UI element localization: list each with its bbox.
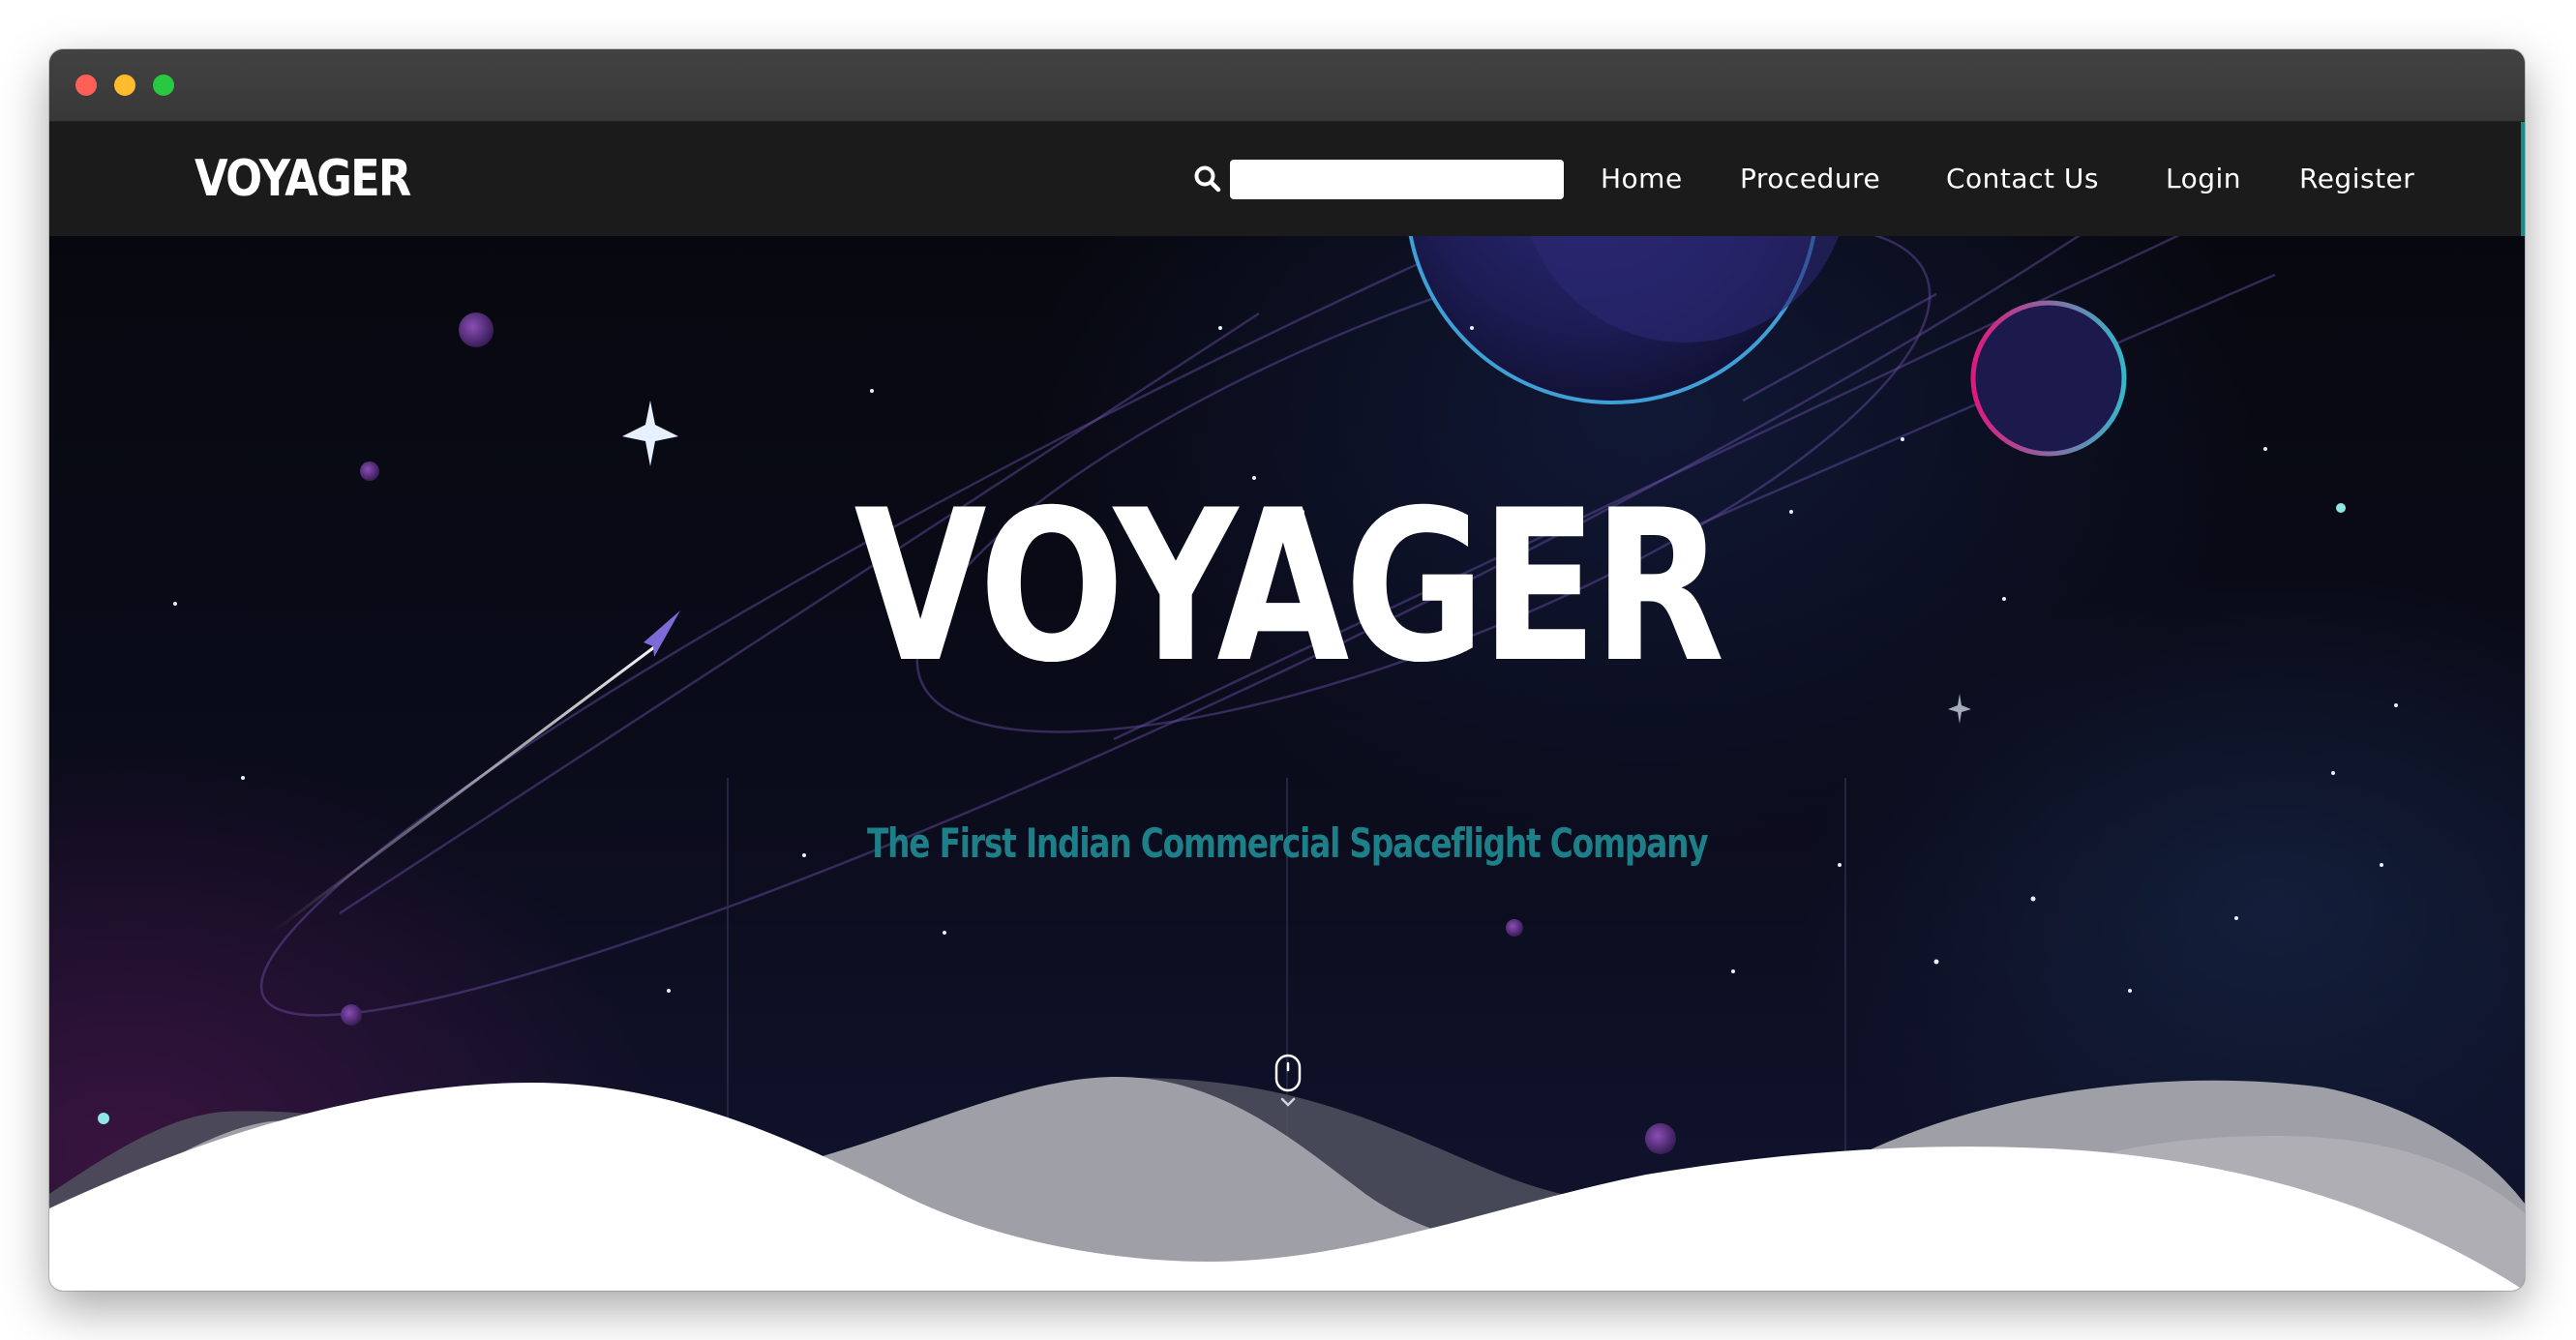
wave-hills [49,1077,2525,1291]
site-navbar: VOYAGER Home Procedure Contact Us Login … [49,122,2525,236]
close-window-button[interactable] [75,74,97,96]
browser-window: VOYAGER Home Procedure Contact Us Login … [49,49,2525,1291]
nav-home-link[interactable]: Home [1601,159,1683,199]
nav-contact-us-link[interactable]: Contact Us [1946,159,2099,199]
nav-procedure-link[interactable]: Procedure [1740,159,1880,199]
minimize-window-button[interactable] [114,74,135,96]
nav-register-link[interactable]: Register [2299,159,2414,199]
search-icon[interactable] [1191,163,1224,195]
mouse-scroll-icon[interactable] [1272,1054,1304,1112]
hero-section: VOYAGER The First Indian Commercial Spac… [49,236,2525,1291]
brand-logo[interactable]: VOYAGER [195,145,411,213]
window-titlebar [49,49,2525,122]
maximize-window-button[interactable] [153,74,174,96]
search-input[interactable] [1230,160,1564,199]
nav-login-link[interactable]: Login [2166,159,2241,199]
